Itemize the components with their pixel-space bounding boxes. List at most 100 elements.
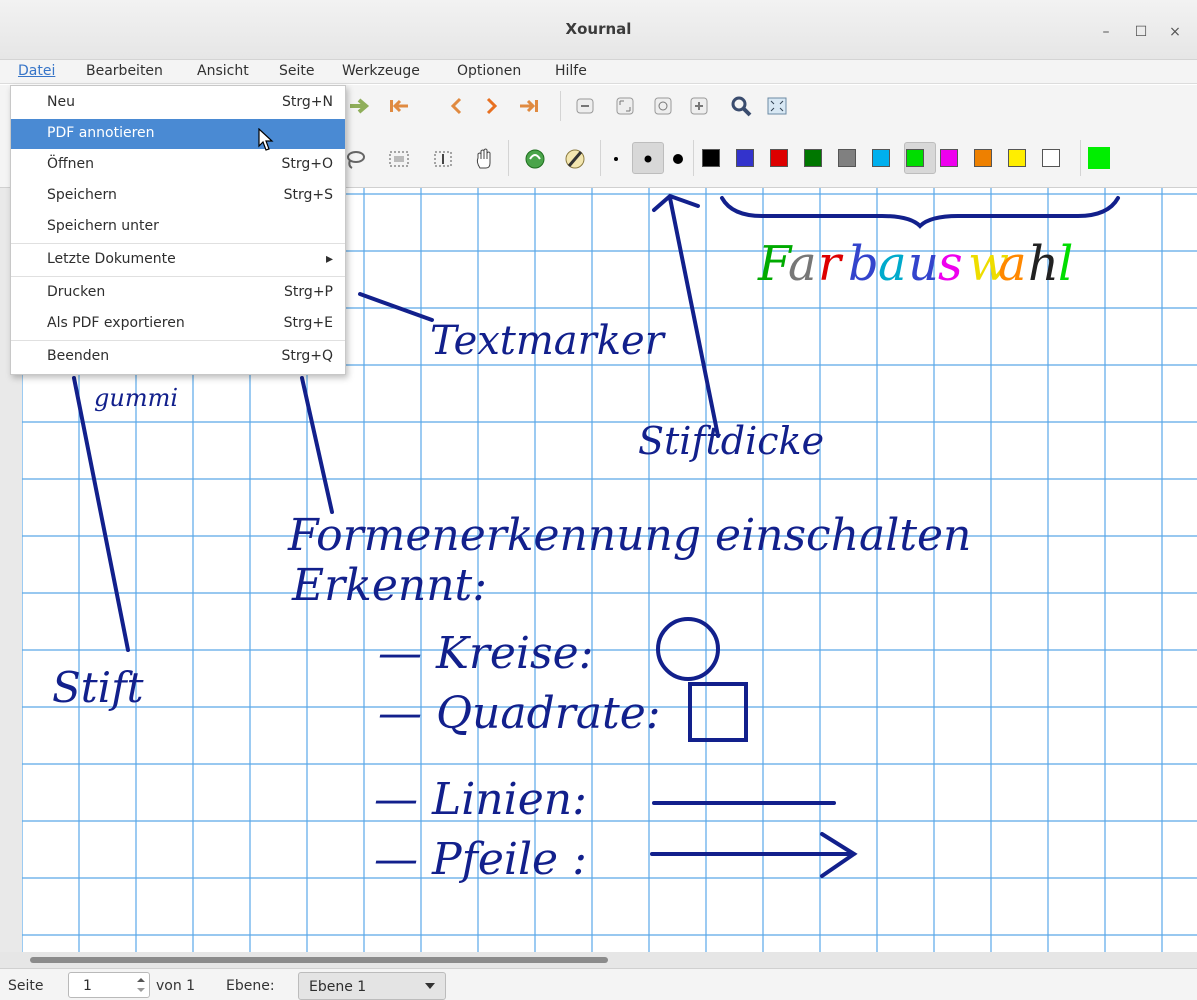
pen-options-icon[interactable] xyxy=(562,146,588,172)
menu-item-als-pdf-exportieren[interactable]: Als PDF exportieren Strg+E xyxy=(11,309,345,339)
file-menu-dropdown: Neu Strg+N PDF annotieren Öffnen Strg+O Sp… xyxy=(10,85,346,375)
layer-select-value: Ebene 1 xyxy=(309,979,367,995)
menu-datei[interactable]: Datei xyxy=(18,63,55,79)
page-number-field[interactable]: 1 xyxy=(68,972,150,998)
color-swatch[interactable] xyxy=(906,149,924,167)
label-formenerkennung: Formenerkennung einschalten xyxy=(287,510,971,561)
zoom-normal-icon[interactable] xyxy=(650,93,676,119)
arrow-formenerkennung xyxy=(300,376,334,514)
menu-hilfe[interactable]: Hilfe xyxy=(555,63,587,79)
title-bar: Xournal – ☐ × xyxy=(0,0,1197,60)
menu-separator xyxy=(11,340,345,341)
menu-item-speichern[interactable]: Speichern Strg+S xyxy=(11,181,345,211)
circle-shape xyxy=(656,617,721,681)
farbauswahl-letter: a xyxy=(878,236,907,292)
menu-item-beenden[interactable]: Beenden Strg+Q xyxy=(11,342,345,372)
menu-item-letzte-dokumente[interactable]: Letzte Dokumente ▸ xyxy=(11,245,345,275)
toolbar-separator xyxy=(560,91,561,121)
first-page-icon[interactable] xyxy=(386,93,412,119)
maximize-button[interactable]: ☐ xyxy=(1129,20,1153,44)
next-page-icon[interactable] xyxy=(478,93,504,119)
brace-stroke xyxy=(720,196,1120,229)
hand-icon[interactable] xyxy=(471,146,497,172)
label-erkennt: Erkennt: xyxy=(291,560,487,611)
current-color-button[interactable] xyxy=(1088,147,1110,169)
color-swatch[interactable] xyxy=(872,149,890,167)
window-title: Xournal xyxy=(565,20,632,38)
arrow-gummi xyxy=(72,376,130,652)
toolbar-separator xyxy=(693,140,694,176)
layer-label: Ebene: xyxy=(226,978,275,994)
menu-item-drucken[interactable]: Drucken Strg+P xyxy=(11,278,345,308)
toolbar-separator xyxy=(600,140,601,176)
label-gummi: gummi xyxy=(94,384,178,412)
farbauswahl-letter: b xyxy=(848,236,879,292)
menu-item-neu[interactable]: Neu Strg+N xyxy=(11,88,345,118)
farbauswahl-letter: s xyxy=(938,236,963,292)
toolbar-separator xyxy=(508,140,509,176)
farbauswahl-letter: a xyxy=(788,236,817,292)
thickness-medium-icon[interactable] xyxy=(635,146,661,172)
zoom-out-icon[interactable] xyxy=(572,93,598,119)
zoom-in-icon[interactable] xyxy=(686,93,712,119)
menu-item-speichern-unter[interactable]: Speichern unter xyxy=(11,212,345,242)
menu-item-oeffnen[interactable]: Öffnen Strg+O xyxy=(11,150,345,180)
menu-seite[interactable]: Seite xyxy=(279,63,315,79)
label-stift: Stift xyxy=(52,663,144,712)
menu-werkzeuge[interactable]: Werkzeuge xyxy=(342,63,420,79)
zoom-fit-icon[interactable] xyxy=(612,93,638,119)
arrow-textmarker xyxy=(358,292,434,322)
label-textmarker: Textmarker xyxy=(430,318,667,364)
select-rect-icon[interactable] xyxy=(386,146,412,172)
label-linien: — Linien: xyxy=(374,774,587,825)
color-swatch[interactable] xyxy=(736,149,754,167)
label-farbauswahl: Fa r b a u s wa h l xyxy=(757,236,1073,292)
menu-item-pdf-annotieren[interactable]: PDF annotieren xyxy=(11,119,345,149)
menu-optionen[interactable]: Optionen xyxy=(457,63,521,79)
default-tool-icon[interactable] xyxy=(522,146,548,172)
label-quadrate: — Quadrate: xyxy=(378,688,661,739)
color-swatch[interactable] xyxy=(940,149,958,167)
horizontal-scrollbar[interactable] xyxy=(0,952,1197,968)
label-kreise: — Kreise: xyxy=(378,628,593,679)
chevron-down-icon xyxy=(425,983,435,989)
farbauswahl-letter: h xyxy=(1028,236,1059,292)
scrollbar-thumb[interactable] xyxy=(30,957,608,963)
color-swatch[interactable] xyxy=(702,149,720,167)
farbauswahl-letter: l xyxy=(1058,236,1073,292)
farbauswahl-letter: u xyxy=(908,236,939,292)
color-swatch[interactable] xyxy=(770,149,788,167)
vertical-space-icon[interactable] xyxy=(430,146,456,172)
color-swatch[interactable] xyxy=(804,149,822,167)
farbauswahl-letter: r xyxy=(818,236,844,292)
thickness-fine-icon[interactable] xyxy=(603,146,629,172)
last-page-icon[interactable] xyxy=(516,93,542,119)
page-count-label: von 1 xyxy=(156,978,196,994)
toolbar-separator xyxy=(1080,140,1081,176)
previous-page-icon[interactable] xyxy=(444,93,470,119)
farbauswahl-letter: a xyxy=(998,236,1027,292)
page-number-value: 1 xyxy=(83,978,92,994)
layer-select[interactable]: Ebene 1 xyxy=(298,972,446,1000)
page-stepper-icon[interactable] xyxy=(135,975,147,995)
menu-separator xyxy=(11,276,345,277)
thickness-thick-icon[interactable] xyxy=(665,146,691,172)
color-swatch[interactable] xyxy=(1008,149,1026,167)
status-bar: Seite 1 von 1 Ebene: Ebene 1 xyxy=(0,968,1197,1000)
arrow-stiftdicke xyxy=(652,193,720,438)
label-stiftdicke: Stiftdicke xyxy=(638,419,824,463)
close-button[interactable]: × xyxy=(1163,20,1187,44)
arrow-shape xyxy=(650,832,858,878)
fullscreen-icon[interactable] xyxy=(764,93,790,119)
minimize-button[interactable]: – xyxy=(1094,20,1118,44)
menu-separator xyxy=(11,243,345,244)
menu-ansicht[interactable]: Ansicht xyxy=(197,63,249,79)
color-swatch[interactable] xyxy=(1042,149,1060,167)
zoom-icon[interactable] xyxy=(728,93,754,119)
square-shape xyxy=(688,682,748,742)
menu-bearbeiten[interactable]: Bearbeiten xyxy=(86,63,163,79)
color-swatch[interactable] xyxy=(838,149,856,167)
redo-icon[interactable] xyxy=(346,93,372,119)
page-label: Seite xyxy=(8,978,44,994)
color-swatch[interactable] xyxy=(974,149,992,167)
